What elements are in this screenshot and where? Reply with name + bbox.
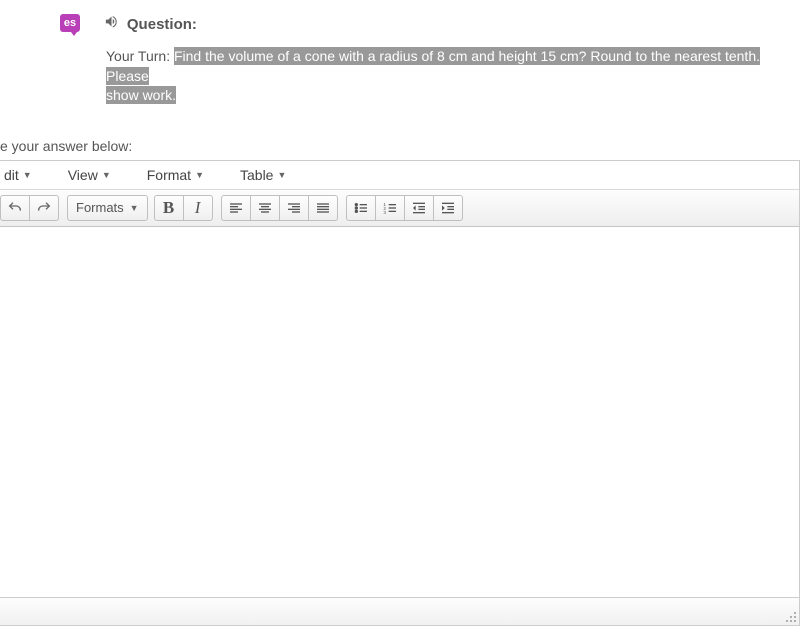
question-text: Your Turn: Find the volume of a cone wit… xyxy=(0,33,800,106)
question-prefix: Your Turn: xyxy=(106,48,170,64)
question-label: Question: xyxy=(127,16,197,33)
italic-button[interactable]: I xyxy=(183,195,213,221)
svg-text:3: 3 xyxy=(383,210,386,215)
redo-button[interactable] xyxy=(29,195,59,221)
language-es-badge[interactable]: es xyxy=(60,14,80,32)
formats-label: Formats xyxy=(76,200,124,215)
undo-button[interactable] xyxy=(0,195,30,221)
question-header: es Question: xyxy=(0,0,800,33)
editor-content-area[interactable] xyxy=(0,227,799,597)
align-left-button[interactable] xyxy=(221,195,251,221)
menu-view[interactable]: View ▼ xyxy=(64,165,115,185)
bulleted-list-button[interactable] xyxy=(346,195,376,221)
menu-table-label: Table xyxy=(240,167,273,183)
bold-button[interactable]: B xyxy=(154,195,184,221)
chevron-down-icon: ▼ xyxy=(195,170,204,180)
question-highlight-line2: show work. xyxy=(106,86,176,104)
align-center-button[interactable] xyxy=(250,195,280,221)
question-highlight-line1: Find the volume of a cone with a radius … xyxy=(106,47,760,85)
editor-toolbar: Formats ▼ B I 123 xyxy=(0,190,799,227)
menu-edit[interactable]: dit ▼ xyxy=(0,165,36,185)
editor-menubar: dit ▼ View ▼ Format ▼ Table ▼ xyxy=(0,161,799,190)
editor-statusbar xyxy=(0,597,799,625)
resize-handle[interactable] xyxy=(783,609,797,623)
chevron-down-icon: ▼ xyxy=(130,203,139,213)
numbered-list-button[interactable]: 123 xyxy=(375,195,405,221)
speaker-icon[interactable] xyxy=(104,16,123,32)
menu-edit-label: dit xyxy=(4,167,19,183)
chevron-down-icon: ▼ xyxy=(102,170,111,180)
menu-format-label: Format xyxy=(147,167,191,183)
menu-table[interactable]: Table ▼ xyxy=(236,165,290,185)
outdent-button[interactable] xyxy=(404,195,434,221)
formats-dropdown[interactable]: Formats ▼ xyxy=(67,195,148,221)
question-title-group: Question: xyxy=(104,14,197,33)
chevron-down-icon: ▼ xyxy=(23,170,32,180)
menu-format[interactable]: Format ▼ xyxy=(143,165,208,185)
align-justify-button[interactable] xyxy=(308,195,338,221)
indent-button[interactable] xyxy=(433,195,463,221)
align-right-button[interactable] xyxy=(279,195,309,221)
rich-text-editor: dit ▼ View ▼ Format ▼ Table ▼ Formats ▼ xyxy=(0,160,800,626)
chevron-down-icon: ▼ xyxy=(277,170,286,180)
menu-view-label: View xyxy=(68,167,98,183)
answer-prompt-label: e your answer below: xyxy=(0,106,800,160)
